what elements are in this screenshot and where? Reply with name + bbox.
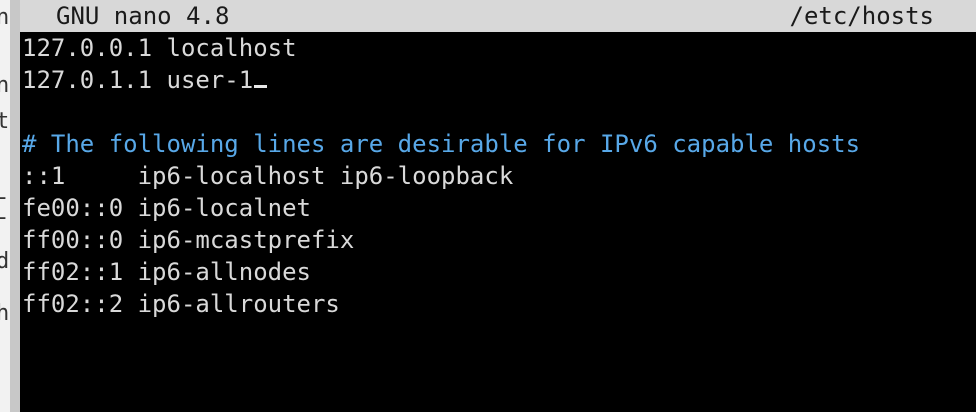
background-text-fragment: -c — [0, 202, 10, 234]
editor-version-label: GNU nano 4.8 — [56, 2, 230, 30]
line-text: ::1 ip6-localhost ip6-loopback — [22, 162, 514, 190]
line-text: ff02::1 ip6-allnodes — [22, 258, 311, 286]
buffer-line[interactable]: ff02::1 ip6-allnodes — [22, 256, 976, 288]
line-text: # The following lines are desirable for … — [22, 130, 861, 158]
buffer-line[interactable]: ::1 ip6-localhost ip6-loopback — [22, 160, 976, 192]
text-cursor — [254, 85, 268, 88]
buffer-line-comment[interactable]: # The following lines are desirable for … — [22, 128, 976, 160]
background-text-fragment: nc — [0, 5, 10, 30]
terminal-frame-border — [10, 0, 20, 412]
buffer-line-active[interactable]: 127.0.1.1 user-1 — [22, 64, 976, 96]
buffer-line[interactable]: 127.0.0.1 localhost — [22, 32, 976, 64]
background-text-fragment: t; — [0, 109, 10, 134]
line-text: ff00::0 ip6-mcastprefix — [22, 226, 355, 254]
buffer-line[interactable]: fe00::0 ip6-localnet — [22, 192, 976, 224]
line-text: 127.0.1.1 user-1 — [22, 66, 254, 94]
buffer-line[interactable]: ff00::0 ip6-mcastprefix — [22, 224, 976, 256]
line-text: fe00::0 ip6-localnet — [22, 194, 311, 222]
background-window-edge: nc n t; - -c d he — [0, 0, 10, 412]
text-buffer[interactable]: 127.0.0.1 localhost 127.0.1.1 user-1 # T… — [22, 32, 976, 320]
line-text: 127.0.0.1 localhost — [22, 34, 297, 62]
background-text-fragment: he — [0, 301, 10, 326]
terminal-window[interactable]: GNU nano 4.8 /etc/hosts 127.0.0.1 localh… — [20, 0, 976, 412]
buffer-line[interactable] — [22, 96, 976, 128]
nano-title-bar: GNU nano 4.8 /etc/hosts — [20, 0, 976, 32]
file-path-label: /etc/hosts — [789, 2, 935, 30]
buffer-line[interactable]: ff02::2 ip6-allrouters — [22, 288, 976, 320]
line-text: ff02::2 ip6-allrouters — [22, 290, 340, 318]
background-text-fragment: d — [0, 249, 10, 274]
background-text-fragment: n — [0, 73, 10, 98]
